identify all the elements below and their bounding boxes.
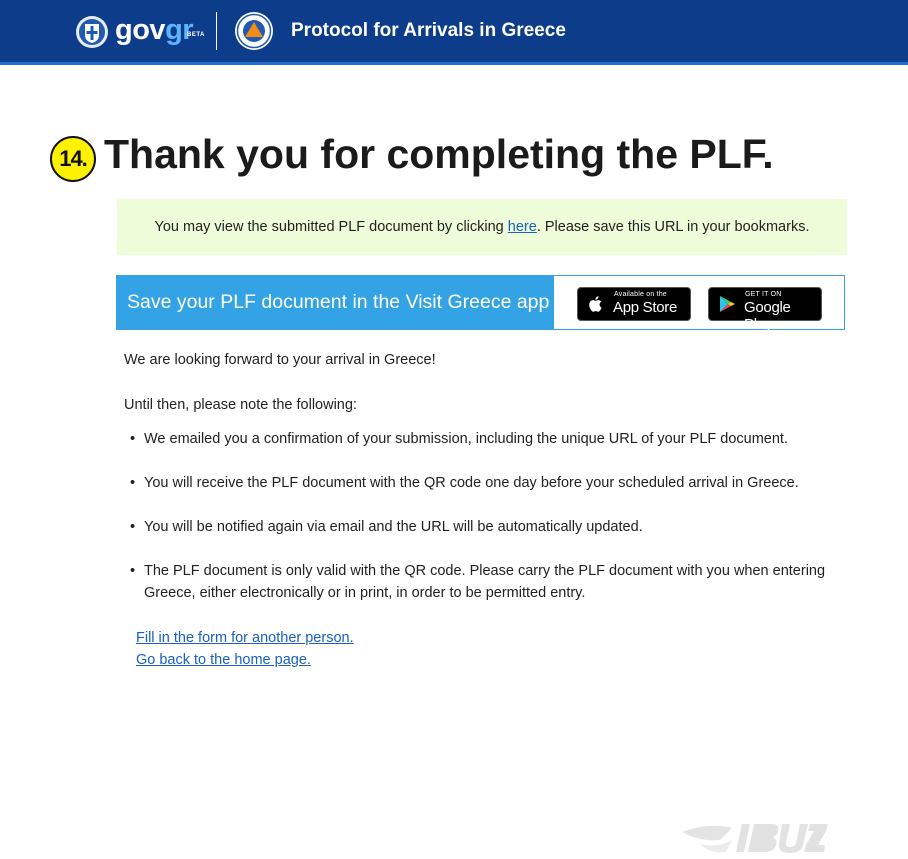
note-intro: Until then, please note the following: bbox=[124, 397, 357, 413]
fill-form-another-person-link[interactable]: Fill in the form for another person. bbox=[136, 627, 354, 649]
list-item: You will receive the PLF document with t… bbox=[124, 472, 864, 494]
submission-notice: You may view the submitted PLF document … bbox=[117, 199, 847, 255]
greek-emblem-icon bbox=[76, 16, 108, 48]
view-document-link[interactable]: here bbox=[508, 219, 537, 235]
google-play-button[interactable]: GET IT ON Google Play bbox=[708, 287, 822, 333]
govgr-logo[interactable]: govgr bbox=[115, 13, 194, 47]
app-banner-text: Save your PLF document in the Visit Gree… bbox=[117, 276, 554, 329]
beta-label: BETA bbox=[187, 32, 205, 38]
back-to-home-link[interactable]: Go back to the home page. bbox=[136, 649, 311, 671]
list-item: You will be notified again via email and… bbox=[124, 516, 864, 538]
list-item: The PLF document is only valid with the … bbox=[124, 560, 864, 604]
apple-icon bbox=[589, 296, 602, 312]
list-item: We emailed you a confirmation of your su… bbox=[124, 428, 864, 450]
header-title: Protocol for Arrivals in Greece bbox=[291, 20, 566, 41]
header-divider bbox=[216, 12, 217, 50]
app-store-button[interactable]: Available on the App Store bbox=[577, 287, 691, 321]
civil-protection-logo bbox=[235, 12, 273, 50]
page-title: Thank you for completing the PLF. bbox=[104, 131, 774, 177]
visit-greece-app-banner: Save your PLF document in the Visit Gree… bbox=[116, 275, 845, 333]
step-number-badge: 14. bbox=[50, 136, 96, 182]
google-play-icon bbox=[720, 296, 735, 312]
ibusz-watermark-logo bbox=[682, 824, 828, 853]
top-header: govgr BETA Protocol for Arrivals in Gree… bbox=[0, 0, 908, 65]
arrival-message: We are looking forward to your arrival i… bbox=[124, 352, 436, 368]
notes-list: We emailed you a confirmation of your su… bbox=[124, 428, 864, 626]
